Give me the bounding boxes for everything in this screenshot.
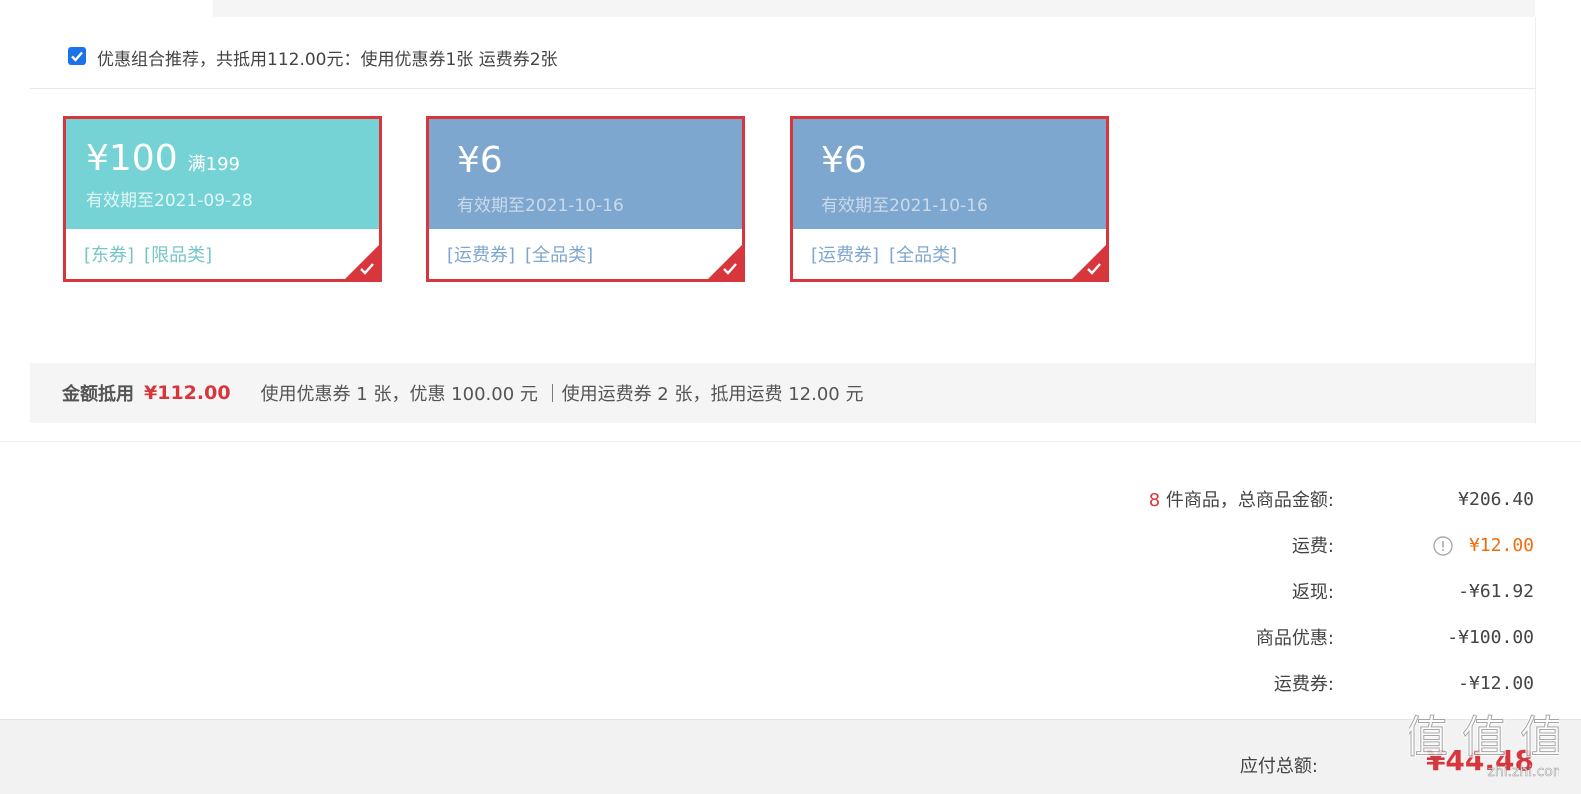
coupon-card-2[interactable]: ¥6 有效期至2021-10-16 [运费券] [全品类] [426, 116, 745, 282]
goods-total-row: 8 件商品，总商品金额: ¥206.40 [1149, 476, 1534, 522]
top-strip [213, 0, 1535, 17]
item-count: 8 [1148, 490, 1161, 511]
coupon-expiry: 有效期至2021-10-16 [457, 196, 624, 216]
coupon-amount: ¥100 满199 [86, 138, 240, 179]
recommend-checkbox[interactable] [68, 46, 86, 65]
payable-footer: 应付总额: ¥44.48 [0, 719, 1581, 794]
coupon-tags: [运费券] [全品类] [447, 241, 603, 267]
coupon-expiry: 有效期至2021-10-16 [821, 196, 988, 216]
check-icon [360, 263, 374, 275]
coupon-expiry: 有效期至2021-09-28 [86, 191, 253, 211]
check-icon [1087, 263, 1101, 275]
divider [30, 88, 1535, 89]
coupon-tag: [东券] [84, 245, 135, 266]
summary-amount: ¥112.00 [144, 382, 231, 404]
discount-row: 商品优惠: -¥100.00 [1149, 614, 1534, 660]
divider [0, 441, 1581, 442]
discount-value: -¥100.00 [1447, 626, 1534, 648]
shipping-row: 运费: ¥12.00 [1149, 522, 1534, 568]
cashback-row: 返现: -¥61.92 [1149, 568, 1534, 614]
coupon-tag: [运费券] [447, 245, 516, 266]
coupon-tag: [全品类] [525, 245, 594, 266]
coupon-card-3[interactable]: ¥6 有效期至2021-10-16 [运费券] [全品类] [790, 116, 1109, 282]
check-icon [723, 263, 737, 275]
coupon-amount: ¥6 [821, 140, 867, 181]
shipping-coupon-value: -¥12.00 [1458, 672, 1534, 694]
shipping-coupon-label: 运费券: [1273, 674, 1334, 695]
order-totals: 8 件商品，总商品金额: ¥206.40 运费: ¥12.00 返现: -¥61… [1149, 476, 1534, 706]
discount-label: 商品优惠: [1255, 628, 1334, 649]
summary-label: 金额抵用 [62, 384, 134, 405]
shipping-label: 运费: [1291, 536, 1334, 557]
coupon-tags: [运费券] [全品类] [811, 241, 967, 267]
coupon-face: ¥6 有效期至2021-10-16 [429, 119, 742, 229]
coupon-amount: ¥6 [457, 140, 503, 181]
coupon-face: ¥100 满199 有效期至2021-09-28 [66, 119, 379, 229]
shipping-coupon-row: 运费券: -¥12.00 [1149, 660, 1534, 706]
coupon-tags: [东券] [限品类] [84, 241, 222, 267]
discount-summary-bar: 金额抵用 ¥112.00 使用优惠券 1 张，优惠 100.00 元 ｜使用运费… [30, 363, 1535, 423]
info-icon[interactable] [1433, 535, 1453, 556]
coupon-tag: [运费券] [811, 245, 880, 266]
coupon-face: ¥6 有效期至2021-10-16 [793, 119, 1106, 229]
shipping-value: ¥12.00 [1468, 534, 1534, 556]
goods-total-label: 件商品，总商品金额: [1160, 490, 1334, 511]
recommend-text: 优惠组合推荐，共抵用112.00元：使用优惠券1张 运费券2张 [97, 50, 558, 70]
goods-total-value: ¥206.40 [1458, 488, 1534, 510]
cashback-label: 返现: [1291, 582, 1334, 603]
coupon-tag: [限品类] [144, 245, 213, 266]
cashback-value: -¥61.92 [1458, 580, 1534, 602]
watermark-logo: 值 值 值 值 值 值 zhi.zhi.com [1409, 711, 1559, 781]
coupon-card-1[interactable]: ¥100 满199 有效期至2021-09-28 [东券] [限品类] [63, 116, 382, 282]
summary-detail: 使用优惠券 1 张，优惠 100.00 元 ｜使用运费券 2 张，抵用运费 12… [260, 384, 864, 405]
coupon-condition: 满199 [187, 154, 240, 175]
svg-text:zhi.zhi.com: zhi.zhi.com [1487, 764, 1559, 780]
svg-text:值 值 值: 值 值 值 [1409, 712, 1559, 763]
coupon-tag: [全品类] [889, 245, 958, 266]
recommend-row[interactable]: 优惠组合推荐，共抵用112.00元：使用优惠券1张 运费券2张 [68, 45, 558, 70]
payable-label: 应付总额: [1239, 756, 1318, 777]
